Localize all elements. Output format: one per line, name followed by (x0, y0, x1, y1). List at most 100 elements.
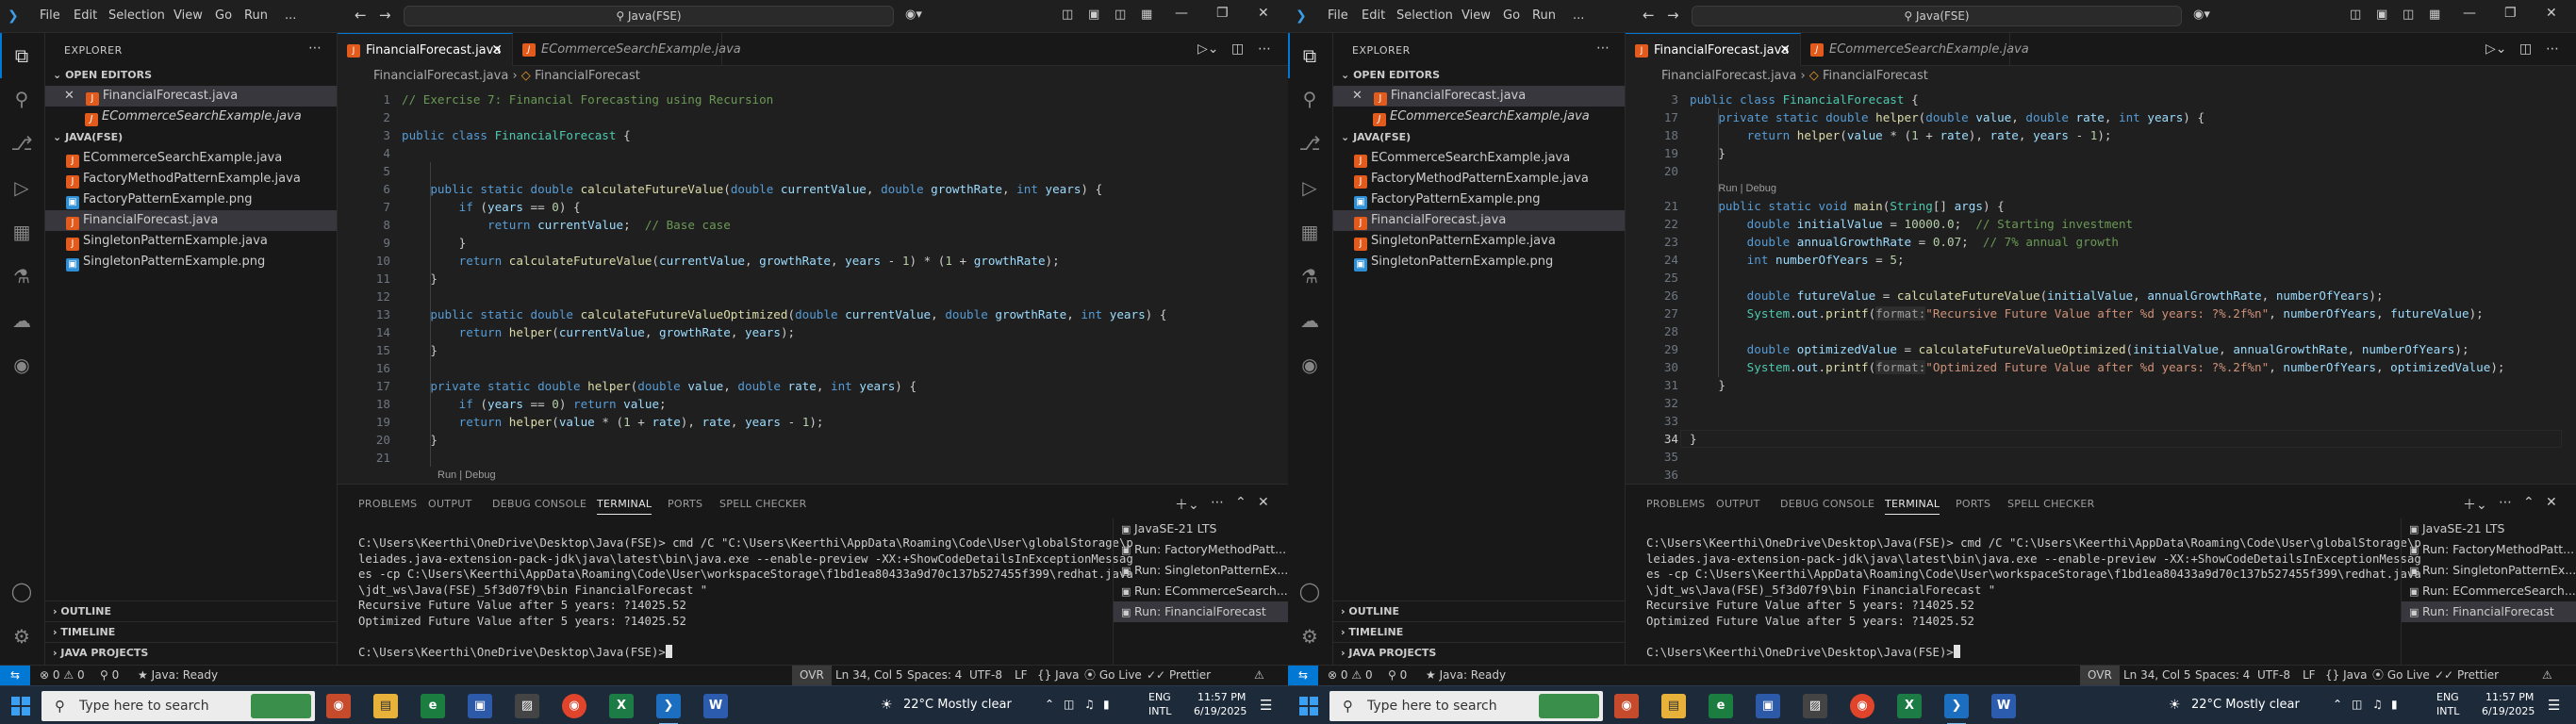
copilot-app-icon[interactable]: ◉ (326, 694, 351, 718)
toggle-panel-icon[interactable]: ▣ (2376, 8, 2387, 22)
testing-icon[interactable]: ⚗ (9, 265, 34, 289)
toggle-secondary-sidebar-icon[interactable]: ◫ (2403, 8, 2414, 22)
copilot-chat-icon[interactable]: ◉ (9, 354, 34, 378)
ovr-indicator[interactable]: OVR (792, 666, 832, 685)
minimize-icon[interactable]: — (1175, 6, 1188, 21)
file-item[interactable]: J SingletonPatternExample.java (1333, 231, 1625, 252)
explorer-icon[interactable]: ⧉ (9, 44, 34, 69)
ports-icon[interactable]: ⚲ 0 (100, 666, 119, 685)
tab-debug-console[interactable]: DEBUG CONSOLE (1780, 498, 1874, 510)
tab-output[interactable]: OUTPUT (1716, 498, 1760, 510)
tab-problems[interactable]: PROBLEMS (358, 498, 417, 510)
network-icon[interactable]: ◫ (2352, 698, 2362, 711)
folder-header[interactable]: ⌄ JAVA(FSE) (1333, 127, 1625, 148)
toggle-panel-icon[interactable]: ▣ (1088, 8, 1099, 22)
timeline-header[interactable]: › TIMELINE (1333, 621, 1625, 642)
terminal-instance[interactable]: ▣ Run: FactoryMethodPatt... (1114, 539, 1288, 560)
forward-arrow-icon[interactable]: → (1667, 7, 1679, 24)
code-line[interactable]: return calculateFutureValue(currentValue… (402, 252, 1060, 270)
media-app-icon[interactable]: ▣ (1756, 694, 1780, 718)
restore-icon[interactable]: ❐ (2504, 6, 2517, 21)
cursor-position[interactable]: Ln 34, Col 5 (835, 666, 903, 685)
encoding[interactable]: UTF-8 (2257, 666, 2290, 685)
code-editor[interactable]: 3 public class FinancialForecast {17 priv… (1626, 87, 2576, 484)
code-line[interactable]: private static double helper(double valu… (402, 377, 916, 395)
menu-selection[interactable]: Selection (108, 8, 165, 23)
code-line[interactable]: double annualGrowthRate = 0.07; // 7% an… (1690, 233, 2119, 251)
java-status[interactable]: ★ Java: Ready (1426, 666, 1506, 685)
open-editor-item[interactable]: ✕ J FinancialForecast.java (1333, 86, 1625, 107)
tab-ports[interactable]: PORTS (668, 498, 702, 510)
menu-selection[interactable]: Selection (1396, 8, 1453, 23)
code-line[interactable]: private static double helper(double valu… (1690, 108, 2204, 126)
new-terminal-icon[interactable]: ＋⌄ (1175, 495, 1199, 514)
menu-run[interactable]: Run (1532, 8, 1556, 23)
menu-more[interactable]: ... (285, 8, 296, 23)
vscode-taskbar-icon[interactable]: ❯ (1944, 694, 1969, 724)
battery-icon[interactable]: ▮ (1103, 698, 1110, 711)
outline-header[interactable]: › OUTLINE (45, 601, 337, 621)
chrome-icon[interactable]: ◉ (562, 694, 586, 718)
command-center[interactable]: ⚲ Java(FSE) (404, 6, 894, 26)
close-icon[interactable]: ✕ (64, 89, 74, 103)
tab-terminal[interactable]: TERMINAL (1885, 498, 1940, 515)
open-editor-item[interactable]: J ECommerceSearchExample.java (1333, 107, 1625, 127)
open-editors-header[interactable]: ⌄ OPEN EDITORS (1333, 65, 1625, 86)
java-projects-header[interactable]: › JAVA PROJECTS (45, 642, 337, 663)
search-icon[interactable]: ⚲ (9, 88, 34, 112)
tab-spell-checker[interactable]: SPELL CHECKER (719, 498, 807, 510)
split-editor-icon[interactable]: ◫ (1231, 41, 1244, 57)
notifications-bell-icon[interactable]: ⚠ (1254, 666, 1264, 685)
menu-go[interactable]: Go (1503, 8, 1520, 23)
terminal-instance[interactable]: ▣ Run: ECommerceSearch... (2402, 581, 2576, 601)
run-debug-codelens[interactable]: Run | Debug (1718, 182, 1776, 195)
golive-button[interactable]: ⦿ Go Live (2372, 666, 2430, 685)
breadcrumb-file[interactable]: FinancialForecast.java (1661, 69, 1796, 83)
maximize-panel-icon[interactable]: ⌃ (2523, 495, 2535, 510)
remote-indicator-icon[interactable]: ⇆ (1288, 666, 1318, 686)
java-projects-header[interactable]: › JAVA PROJECTS (1333, 642, 1625, 663)
settings-gear-icon[interactable]: ⚙ (9, 625, 34, 650)
windows-start-icon[interactable] (1299, 697, 1318, 716)
run-java-icon[interactable]: ▷⌄ (1197, 41, 1219, 57)
breadcrumb-symbol[interactable]: FinancialForecast (535, 69, 640, 83)
tab-ecommercesearch[interactable]: J ECommerceSearchExample.java (1801, 33, 2029, 66)
lang-top[interactable]: ENG (2436, 691, 2459, 703)
minimize-icon[interactable]: — (2463, 6, 2476, 21)
close-window-icon[interactable]: ✕ (1258, 6, 1269, 21)
end-of-line[interactable]: LF (1015, 666, 1028, 685)
indentation[interactable]: Spaces: 4 (907, 666, 962, 685)
toggle-sidebar-icon[interactable]: ◫ (1062, 8, 1073, 22)
code-line[interactable]: } (1690, 430, 1697, 448)
account-icon[interactable]: ◯ (1297, 580, 1322, 604)
command-center[interactable]: ⚲ Java(FSE) (1692, 6, 2182, 26)
problems-status[interactable]: ⊗ 0 ⚠ 0 (40, 666, 85, 685)
split-editor-icon[interactable]: ◫ (2519, 41, 2532, 57)
code-line[interactable]: } (402, 341, 438, 359)
remote-indicator-icon[interactable]: ⇆ (0, 666, 30, 686)
menu-edit[interactable]: Edit (74, 8, 97, 23)
code-line[interactable]: int numberOfYears = 5; (1690, 251, 1905, 269)
edge-browser-icon[interactable]: e (421, 694, 445, 718)
code-editor[interactable]: 1 // Exercise 7: Financial Forecasting us… (338, 87, 1288, 484)
terminal-instance[interactable]: ▣ JavaSE-21 LTS (2402, 518, 2576, 539)
file-item[interactable]: J SingletonPatternExample.java (45, 231, 337, 252)
excel-icon[interactable]: X (1897, 694, 1922, 718)
menu-run[interactable]: Run (244, 8, 268, 23)
lang-bottom[interactable]: INTL (2436, 705, 2459, 717)
notification-center-icon[interactable]: ☰ (2548, 697, 2560, 714)
file-item[interactable]: ▣ FactoryPatternExample.png (45, 189, 337, 210)
file-explorer-icon[interactable]: ▤ (373, 694, 398, 718)
close-panel-icon[interactable]: ✕ (1258, 495, 1269, 510)
code-line[interactable]: } (1690, 376, 1726, 394)
new-terminal-icon[interactable]: ＋⌄ (2463, 495, 2487, 514)
copilot-app-icon[interactable]: ◉ (1614, 694, 1639, 718)
menu-view[interactable]: View (173, 8, 203, 23)
code-line[interactable]: return currentValue; // Base case (402, 216, 731, 234)
explorer-more-icon[interactable]: ⋯ (308, 41, 322, 56)
taskbar-search[interactable]: ⚲ Type here to search (41, 691, 315, 721)
code-line[interactable]: double optimizedValue = calculateFutureV… (1690, 340, 2469, 358)
terminal-output[interactable]: C:\Users\Keerthi\OneDrive\Desktop\Java(F… (358, 535, 1133, 661)
terminal-instance[interactable]: ▣ Run: SingletonPatternEx... (1114, 560, 1288, 581)
code-line[interactable]: public static void main(String[] args) { (1690, 197, 2004, 215)
